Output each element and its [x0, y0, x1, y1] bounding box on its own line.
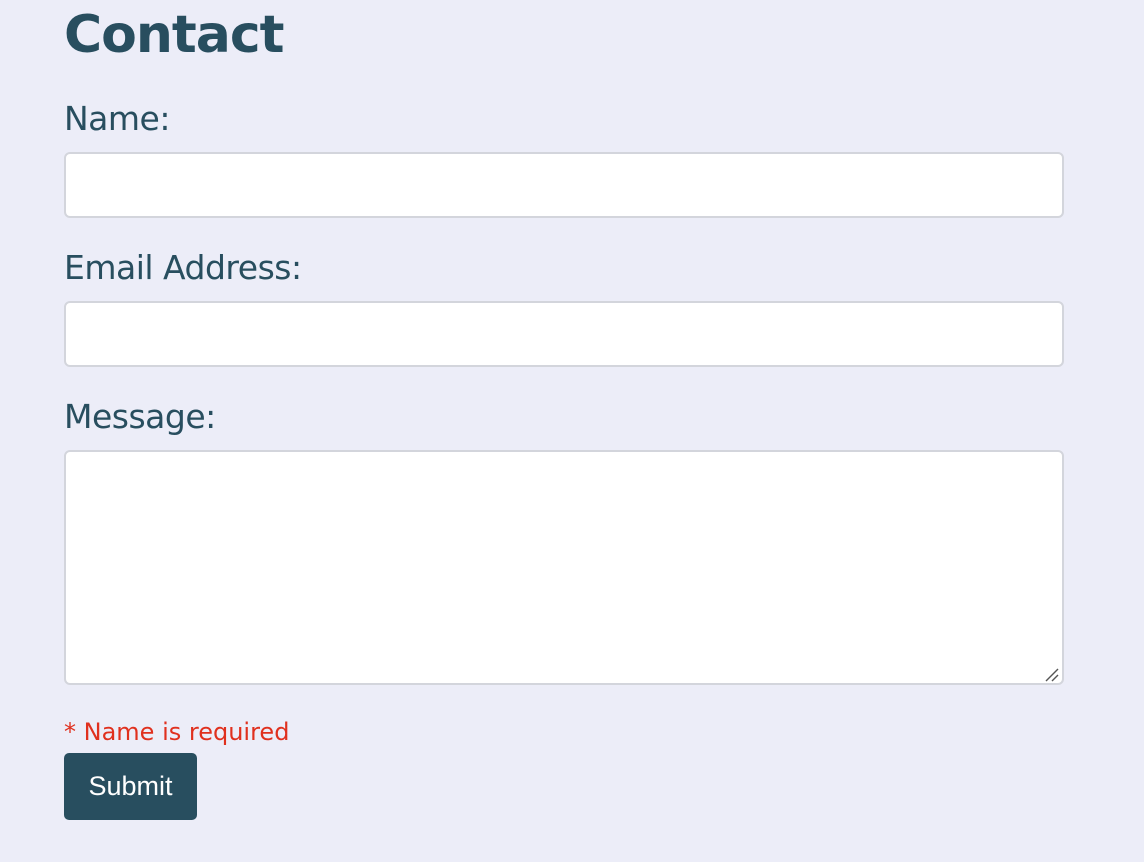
submit-button[interactable]: Submit: [64, 753, 197, 820]
email-label: Email Address:: [64, 248, 302, 287]
resize-handle-icon[interactable]: [1043, 666, 1059, 682]
page-title: Contact: [64, 5, 285, 65]
name-label: Name:: [64, 99, 170, 138]
email-input[interactable]: [64, 301, 1064, 367]
name-required-error: * Name is required: [64, 718, 290, 746]
message-label: Message:: [64, 397, 216, 436]
message-textarea[interactable]: [64, 450, 1064, 685]
name-input[interactable]: [64, 152, 1064, 218]
